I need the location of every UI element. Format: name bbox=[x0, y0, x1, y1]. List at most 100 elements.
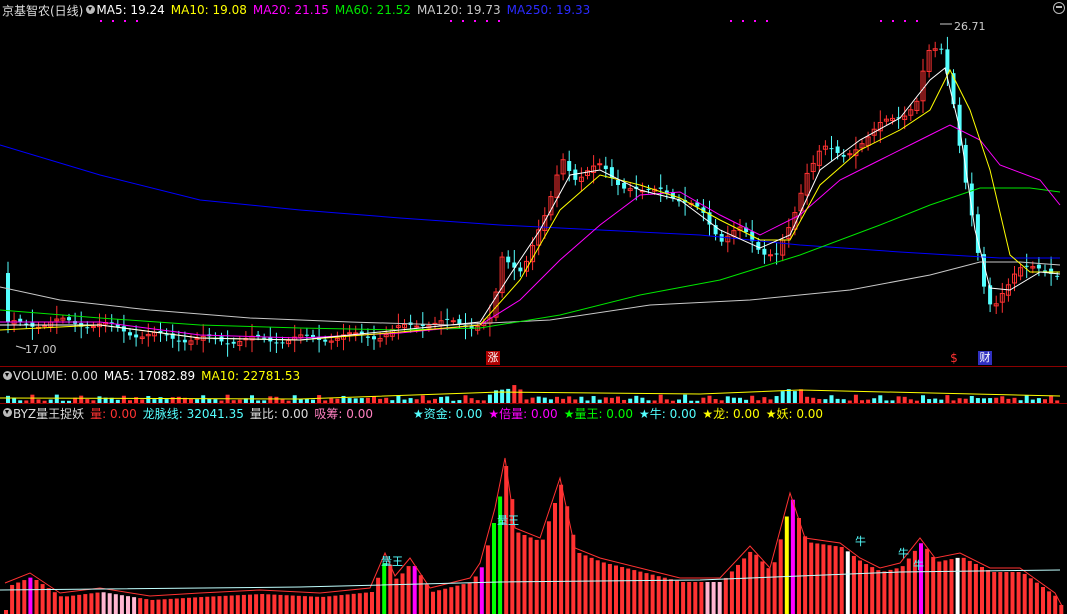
indicator-bar bbox=[681, 582, 686, 614]
signal-dot bbox=[474, 20, 476, 22]
candle-body bbox=[945, 49, 950, 74]
indicator-title[interactable]: BYZ量王捉妖 bbox=[13, 405, 84, 422]
indicator-bar bbox=[400, 573, 405, 614]
indicator-bar bbox=[906, 558, 911, 614]
indicator-bar bbox=[967, 560, 972, 614]
indicator-bar bbox=[95, 592, 100, 614]
volume-bar bbox=[30, 394, 35, 403]
indicator-chart[interactable] bbox=[0, 422, 1067, 614]
niu-label-3: 牛 bbox=[913, 559, 924, 572]
indicator-bar bbox=[235, 595, 240, 614]
volume-bar bbox=[896, 396, 901, 403]
liang-value: 量: 0.00 bbox=[90, 406, 137, 421]
indicator-bar bbox=[632, 570, 637, 614]
candle-body bbox=[567, 161, 572, 171]
indicator-bar bbox=[1041, 587, 1045, 614]
indicator-bar bbox=[132, 597, 137, 614]
volume-bar bbox=[921, 395, 925, 403]
indicator-bar bbox=[809, 542, 814, 614]
indicator-bar bbox=[1010, 572, 1015, 614]
candle-body bbox=[176, 340, 181, 342]
indicator-bar bbox=[394, 578, 399, 614]
indicator-bar bbox=[675, 580, 679, 614]
indicator-bar bbox=[52, 592, 57, 614]
volume-chart[interactable] bbox=[0, 384, 1067, 404]
indicator-bar bbox=[144, 599, 149, 614]
indicator-bar bbox=[827, 545, 832, 614]
indicator-bar bbox=[1034, 582, 1039, 614]
indicator-bar bbox=[607, 563, 612, 614]
indicator-dropdown-icon[interactable] bbox=[2, 407, 13, 419]
indicator-bar bbox=[949, 559, 954, 614]
volume-bar bbox=[372, 396, 376, 403]
indicator-bar bbox=[28, 577, 33, 614]
dollar-marker[interactable]: $ bbox=[948, 351, 960, 365]
price-chart[interactable] bbox=[0, 0, 1067, 366]
candle-body bbox=[445, 318, 450, 320]
ma120-line bbox=[0, 261, 1061, 326]
volume-bar bbox=[792, 391, 797, 403]
cai-marker[interactable]: 财 bbox=[978, 351, 992, 365]
indicator-bar bbox=[126, 596, 130, 614]
volume-bar bbox=[829, 395, 834, 403]
longmai-value: 龙脉线: 32041.35 bbox=[142, 406, 244, 421]
volume-bar bbox=[567, 396, 572, 403]
candle-body bbox=[323, 339, 328, 342]
ma10-line bbox=[0, 68, 1060, 341]
indicator-bar bbox=[22, 580, 27, 614]
indicator-bar bbox=[16, 582, 21, 614]
indicator-bar bbox=[376, 577, 381, 614]
indicator-bar bbox=[187, 597, 191, 614]
indicator-bar bbox=[815, 543, 820, 614]
indicator-bar bbox=[357, 593, 362, 614]
indicator-bar bbox=[534, 539, 539, 614]
indicator-bar bbox=[65, 596, 69, 614]
indicator-bar bbox=[638, 571, 643, 614]
indicator-bar bbox=[351, 593, 356, 614]
candle-body bbox=[450, 320, 456, 323]
indicator-bar bbox=[229, 595, 234, 614]
indicator-bar bbox=[644, 573, 649, 614]
indicator-bar bbox=[479, 567, 484, 614]
indicator-bar bbox=[211, 596, 216, 614]
signal-dot bbox=[742, 20, 744, 22]
indicator-bar bbox=[40, 584, 45, 614]
volume-title[interactable]: VOLUME: 0.00 bbox=[13, 369, 98, 383]
candle-body bbox=[194, 337, 200, 340]
candle-body bbox=[835, 146, 840, 153]
volume-bar bbox=[506, 388, 511, 403]
indicator-bar bbox=[595, 560, 600, 614]
indicator-bar bbox=[1004, 572, 1009, 614]
candle-body bbox=[616, 179, 620, 185]
candle-body bbox=[622, 182, 627, 189]
indicator-bar bbox=[388, 564, 393, 614]
signal-dot bbox=[462, 20, 464, 22]
indicator-bar bbox=[260, 594, 265, 614]
indicator-bar bbox=[1016, 572, 1021, 614]
candle-body bbox=[646, 188, 651, 190]
indicator-bar bbox=[894, 568, 899, 614]
volume-bar bbox=[799, 389, 803, 403]
indicator-bar bbox=[797, 518, 801, 614]
indicator-bar bbox=[931, 556, 936, 614]
signal-dot bbox=[124, 20, 126, 22]
volume-bar bbox=[683, 394, 688, 403]
candle-body bbox=[256, 334, 261, 337]
indicator-bar bbox=[107, 593, 112, 614]
indicator-bar bbox=[485, 545, 490, 614]
indicator-bar bbox=[986, 570, 991, 614]
indicator-bar bbox=[961, 557, 966, 614]
volume-bar bbox=[146, 396, 151, 403]
signal-dot bbox=[904, 20, 906, 22]
signal-dot bbox=[450, 20, 452, 22]
indicator-bar bbox=[119, 595, 124, 614]
indicator-bar bbox=[790, 499, 795, 614]
indicator-bar bbox=[925, 548, 930, 614]
candle-body bbox=[18, 318, 23, 322]
indicator-bar bbox=[937, 561, 942, 614]
volume-dropdown-icon[interactable] bbox=[2, 370, 13, 382]
zhang-marker[interactable]: 涨 bbox=[486, 351, 500, 365]
volume-bar bbox=[878, 395, 883, 403]
indicator-bar bbox=[34, 580, 39, 614]
signal-dot bbox=[486, 20, 488, 22]
